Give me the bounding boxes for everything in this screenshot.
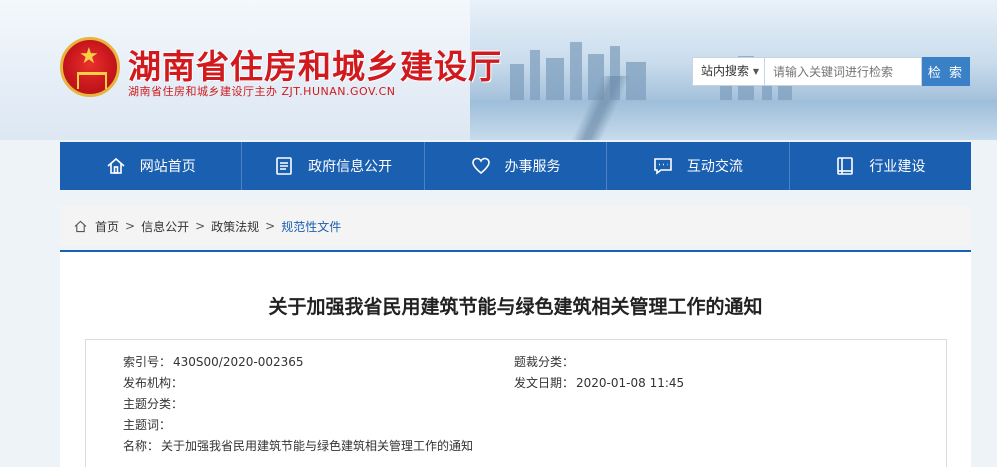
heart-icon (471, 157, 490, 175)
meta-publisher: 发布机构： (123, 374, 185, 391)
article-title: 关于加强我省民用建筑节能与绿色建筑相关管理工作的通知 (268, 296, 763, 318)
article-content: 关于加强我省民用建筑节能与绿色建筑相关管理工作的通知 索引号： 430S00/20… (60, 250, 971, 467)
site-subtitle: 湖南省住房和城乡建设厅主办 ZJT.HUNAN.GOV.CN (128, 85, 396, 98)
nav-item-industry[interactable]: 行业建设 (790, 142, 971, 190)
meta-name: 名称： 关于加强我省民用建筑节能与绿色建筑相关管理工作的通知 (123, 437, 473, 454)
breadcrumb-info-public[interactable]: 信息公开 (141, 218, 189, 235)
chevron-down-icon: ▼ (752, 67, 759, 76)
book-icon (837, 157, 854, 175)
search-input[interactable] (764, 57, 922, 86)
meta-value: 关于加强我省民用建筑节能与绿色建筑相关管理工作的通知 (161, 439, 474, 453)
meta-label: 发布机构： (123, 376, 184, 390)
meta-label: 名称： (123, 439, 160, 453)
nav-item-label: 政府信息公开 (308, 159, 393, 175)
meta-label: 主题词： (123, 418, 172, 432)
nav-item-label: 网站首页 (139, 159, 196, 175)
search-button[interactable]: 检 索 (922, 57, 970, 86)
home-icon (74, 220, 87, 232)
document-icon (276, 157, 292, 175)
breadcrumb-separator: > (125, 219, 136, 233)
home-icon (107, 157, 125, 174)
meta-subject: 主题分类： (123, 395, 185, 412)
breadcrumb: 首页 > 信息公开 > 政策法规 > 规范性文件 (60, 206, 971, 246)
header-banner-river (470, 100, 997, 140)
meta-value: 2020-01-08 11:45 (576, 376, 685, 390)
chat-icon (654, 158, 672, 175)
article-meta-box: 索引号： 430S00/2020-002365 题裁分类： 发布机构： 发文日期：… (85, 339, 947, 467)
search-scope-select[interactable]: 站内搜索 ▼ (692, 57, 764, 86)
meta-label: 索引号： (123, 355, 172, 369)
meta-index: 索引号： 430S00/2020-002365 (123, 353, 304, 370)
nav-item-label: 办事服务 (504, 159, 561, 175)
nav-item-home[interactable]: 网站首页 (60, 142, 243, 190)
meta-issue-date: 发文日期： 2020-01-08 11:45 (514, 374, 684, 391)
site-title[interactable]: 湖南省住房和城乡建设厅 (128, 40, 502, 88)
breadcrumb-policy[interactable]: 政策法规 (211, 218, 259, 235)
meta-value: 430S00/2020-002365 (173, 355, 304, 369)
breadcrumb-home[interactable]: 首页 (95, 218, 119, 235)
meta-label: 发文日期： (514, 376, 575, 390)
meta-topic-class: 题裁分类： (514, 353, 576, 370)
breadcrumb-separator: > (265, 219, 276, 233)
meta-label: 题裁分类： (514, 355, 575, 369)
meta-keyword: 主题词： (123, 416, 173, 433)
nav-item-label: 互动交流 (686, 159, 743, 175)
meta-label: 主题分类： (123, 397, 184, 411)
main-nav: 网站首页 政府信息公开 办事服务 互动交流 行业建设 (60, 142, 971, 190)
site-header: 湖南省住房和城乡建设厅 湖南省住房和城乡建设厅主办 ZJT.HUNAN.GOV.… (0, 0, 997, 140)
search-scope-label: 站内搜索 (701, 64, 750, 78)
nav-item-services[interactable]: 办事服务 (425, 142, 608, 190)
nav-item-government-info[interactable]: 政府信息公开 (242, 142, 425, 190)
nav-item-interaction[interactable]: 互动交流 (607, 142, 790, 190)
breadcrumb-separator: > (195, 219, 206, 233)
breadcrumb-current[interactable]: 规范性文件 (281, 218, 341, 235)
national-emblem-logo[interactable] (60, 37, 120, 97)
nav-item-label: 行业建设 (869, 159, 926, 175)
